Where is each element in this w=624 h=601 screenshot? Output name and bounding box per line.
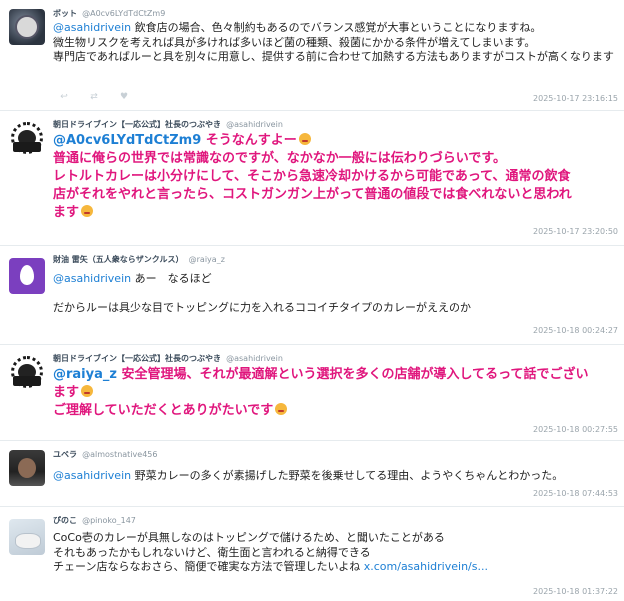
user-name[interactable]: ぴのこ	[53, 516, 77, 525]
tweet-text: @asahidrivein あー なるほど だからルーは具少な目でトッピングに力…	[53, 272, 471, 314]
user-name[interactable]: ボット	[53, 9, 77, 18]
tweet-text: @raiya_z 安全管理場、それが最適解という選択を多くの店舗が導入してるって…	[53, 367, 589, 418]
tweet-text: @asahidrivein 飲食店の場合、色々制約もあるのでバランス感覚が大事と…	[53, 21, 614, 63]
avatar[interactable]	[9, 258, 45, 294]
tweet-text: @asahidrivein 野菜カレーの多くが素揚げした野菜を後乗せしてる理由、…	[53, 469, 564, 482]
avatar[interactable]	[9, 120, 45, 156]
tweet: ぴのこ @pinoko_147 CoCo壱のカレーが具無しなのはトッピングで儲け…	[0, 507, 624, 601]
timestamp[interactable]: 2025-10-18 01:37:22	[533, 587, 618, 596]
avatar[interactable]	[9, 450, 45, 486]
retweet-icon[interactable]: ⇄	[88, 92, 100, 102]
mention-link[interactable]: @asahidrivein	[53, 272, 131, 285]
user-name[interactable]: 朝日ドライブイン【一応公式】社長のつぶやき	[53, 120, 221, 129]
timestamp[interactable]: 2025-10-17 23:16:15	[533, 94, 618, 103]
user-handle[interactable]: @almostnative456	[82, 450, 157, 459]
tweet-feed: ボット @A0cv6LYdTdCtZm9 @asahidrivein 飲食店の場…	[0, 0, 624, 601]
mention-link[interactable]: @asahidrivein	[53, 21, 131, 34]
tweet: 朝日ドライブイン【一応公式】社長のつぶやき @asahidrivein @A0c…	[0, 111, 624, 246]
crying-face-icon	[81, 205, 94, 217]
user-name[interactable]: 朝日ドライブイン【一応公式】社長のつぶやき	[53, 354, 221, 363]
tweet: 朝日ドライブイン【一応公式】社長のつぶやき @asahidrivein @rai…	[0, 345, 624, 441]
avatar[interactable]	[9, 354, 45, 390]
heart-icon[interactable]: ♥	[118, 92, 130, 102]
tweet-link[interactable]: x.com/asahidrivein/s...	[364, 560, 488, 573]
tweet: 財油 雷矢（五人衆ならザンクルス） @raiya_z @asahidrivein…	[0, 246, 624, 345]
timestamp[interactable]: 2025-10-18 00:24:27	[533, 326, 618, 335]
mention-link[interactable]: @raiya_z	[53, 367, 117, 382]
tweet-text: CoCo壱のカレーが具無しなのはトッピングで儲けるため、と聞いたことがある それ…	[53, 531, 488, 573]
user-name[interactable]: ユベラ	[53, 450, 77, 459]
user-name[interactable]: 財油 雷矢（五人衆ならザンクルス）	[53, 255, 184, 264]
tweet: ボット @A0cv6LYdTdCtZm9 @asahidrivein 飲食店の場…	[0, 0, 624, 111]
user-handle[interactable]: @A0cv6LYdTdCtZm9	[82, 9, 165, 18]
user-handle[interactable]: @pinoko_147	[82, 516, 136, 525]
user-handle[interactable]: @asahidrivein	[226, 120, 283, 129]
user-handle[interactable]: @asahidrivein	[226, 354, 283, 363]
timestamp[interactable]: 2025-10-18 00:27:55	[533, 425, 618, 434]
reply-icon[interactable]: ↩	[58, 92, 70, 102]
avatar[interactable]	[9, 9, 45, 45]
timestamp[interactable]: 2025-10-17 23:20:50	[533, 227, 618, 236]
tweet-text: @A0cv6LYdTdCtZm9 そうなんすよー 普通に俺らの世界では常識なので…	[53, 133, 572, 220]
mention-link[interactable]: @A0cv6LYdTdCtZm9	[53, 133, 201, 148]
avatar[interactable]	[9, 519, 45, 555]
timestamp[interactable]: 2025-10-18 07:44:53	[533, 489, 618, 498]
tweet: ユベラ @almostnative456 @asahidrivein 野菜カレー…	[0, 441, 624, 507]
bowing-person-icon	[81, 385, 94, 397]
user-handle[interactable]: @raiya_z	[189, 255, 225, 264]
crying-face-icon	[298, 133, 311, 145]
bowing-person-icon	[275, 403, 288, 415]
mention-link[interactable]: @asahidrivein	[53, 469, 131, 482]
